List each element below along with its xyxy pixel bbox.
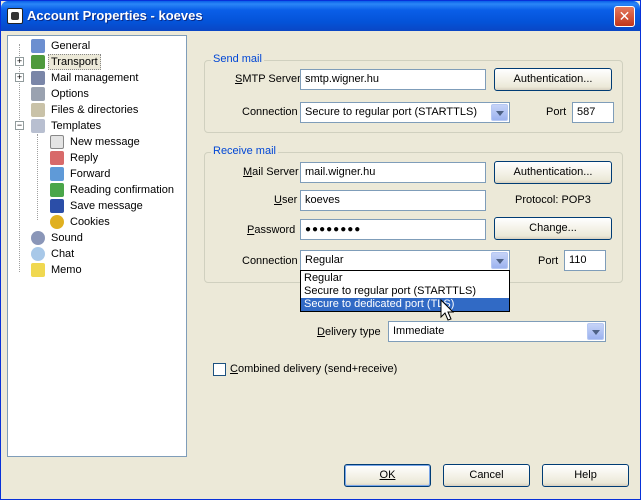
close-button[interactable]: ✕ [614, 6, 635, 27]
templates-icon [31, 119, 45, 133]
folder-icon [31, 103, 45, 117]
collapse-icon[interactable]: − [15, 121, 24, 130]
send-connection-value: Secure to regular port (STARTTLS) [305, 106, 477, 118]
tree-item-label: Save message [70, 200, 143, 212]
options-icon [31, 87, 45, 101]
expand-icon[interactable]: + [15, 73, 24, 82]
settings-tree[interactable]: General + Transport + Mail management Op… [7, 35, 187, 457]
ok-label: OK [379, 469, 396, 481]
cancel-button[interactable]: Cancel [443, 464, 530, 487]
user-label: User [274, 194, 297, 206]
password-label: Password [247, 224, 295, 236]
combined-delivery-label[interactable]: Combined delivery (send+receive) [230, 363, 397, 375]
tree-item-label: Chat [51, 248, 75, 260]
tree-item-label: Transport [48, 54, 101, 70]
person-icon [31, 39, 45, 53]
account-properties-window: Account Properties - koeves ✕ General + … [0, 0, 641, 500]
combined-label-text: ombined delivery (send+receive) [237, 363, 398, 375]
change-password-button[interactable]: Change... [494, 217, 612, 240]
password-input[interactable]: ●●●●●●●● [300, 219, 486, 240]
mailbox-icon [31, 71, 45, 85]
send-authentication-button[interactable]: Authentication... [494, 68, 612, 91]
delivery-type-value: Immediate [393, 325, 445, 337]
forward-icon [50, 167, 64, 181]
document-icon [50, 135, 64, 149]
ok-button[interactable]: OK [344, 464, 431, 487]
receive-mail-title: Receive mail [211, 145, 278, 157]
tree-item-label: Files & directories [51, 104, 139, 116]
tree-item-label: Forward [70, 168, 111, 180]
memo-icon [31, 263, 45, 277]
cookies-icon [50, 215, 64, 229]
smtp-label-text: MTP Server [242, 73, 301, 85]
delivery-type-select[interactable]: Immediate [388, 321, 606, 342]
dropdown-option-tls[interactable]: Secure to dedicated port (TLS) [301, 298, 509, 311]
receive-authentication-button[interactable]: Authentication... [494, 161, 612, 184]
app-icon [7, 8, 23, 24]
tree-item-label: Reading confirmation [70, 184, 174, 196]
tree-item-label: Reply [70, 152, 99, 164]
combined-delivery-checkbox[interactable] [213, 363, 226, 376]
mouse-cursor-icon [440, 299, 454, 321]
mail-server-label-text: ail Server [252, 166, 299, 178]
delivery-label-text: elivery type [324, 326, 381, 338]
help-button[interactable]: Help [542, 464, 629, 487]
tree-line [37, 134, 38, 220]
receive-port-input[interactable]: 110 [564, 250, 606, 271]
save-icon [50, 199, 64, 213]
tree-item-label: New message [70, 136, 140, 148]
send-port-input[interactable]: 587 [572, 102, 614, 123]
tree-item-label: Options [51, 88, 89, 100]
tree-item-label: Mail management [51, 72, 139, 84]
tree-item-label: Templates [51, 120, 102, 132]
speaker-icon [31, 231, 45, 245]
smtp-server-input[interactable]: smtp.wigner.hu [300, 69, 486, 90]
window-title: Account Properties - koeves [27, 8, 203, 23]
chevron-down-icon[interactable] [587, 323, 604, 340]
network-icon [31, 55, 45, 69]
tree-item-label: Cookies [70, 216, 110, 228]
chat-icon [31, 247, 45, 261]
delivery-label-accel: D [317, 326, 325, 338]
receive-connection-select[interactable]: Regular [300, 250, 510, 271]
chevron-down-icon[interactable] [491, 252, 508, 269]
receive-connection-label: Connection [242, 255, 298, 267]
tree-item-label: Sound [51, 232, 83, 244]
tree-item-label: General [51, 40, 91, 52]
tree-item-label: Memo [51, 264, 82, 276]
mail-server-label: Mail Server [243, 166, 299, 178]
combined-label-accel: C [230, 363, 238, 375]
protocol-text: Protocol: POP3 [515, 194, 591, 206]
dropdown-option-starttls[interactable]: Secure to regular port (STARTTLS) [301, 285, 509, 298]
receive-port-label: Port [538, 255, 559, 267]
password-label-text: assword [254, 224, 296, 236]
send-connection-label: Connection [242, 106, 298, 118]
mail-server-input[interactable]: mail.wigner.hu [300, 162, 486, 183]
receive-connection-value: Regular [305, 254, 344, 266]
confirmation-icon [50, 183, 64, 197]
send-port-label: Port [546, 106, 567, 118]
chevron-down-icon[interactable] [491, 104, 508, 121]
user-input[interactable]: koeves [300, 190, 486, 211]
user-label-text: ser [281, 194, 298, 206]
send-connection-select[interactable]: Secure to regular port (STARTTLS) [300, 102, 510, 123]
connection-dropdown-list[interactable]: Regular Secure to regular port (STARTTLS… [300, 270, 510, 312]
send-mail-title: Send mail [211, 53, 264, 65]
dropdown-option-regular[interactable]: Regular [301, 272, 509, 285]
user-label-accel: U [274, 194, 282, 206]
title-bar[interactable]: Account Properties - koeves ✕ [1, 1, 640, 31]
delivery-type-label: Delivery type [317, 326, 381, 338]
mail-server-label-accel: M [243, 166, 253, 178]
smtp-server-label: SMTP Server [235, 73, 301, 85]
reply-icon [50, 151, 64, 165]
expand-icon[interactable]: + [15, 57, 24, 66]
